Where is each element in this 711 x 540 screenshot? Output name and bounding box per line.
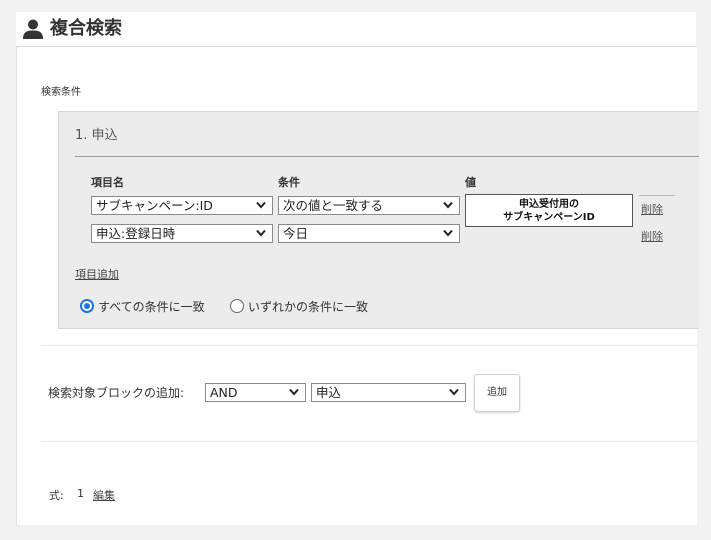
field-select[interactable]: 申込:登録日時: [91, 224, 273, 243]
match-all-label[interactable]: すべての条件に一致: [98, 298, 205, 315]
condition-select[interactable]: 次の値と一致する: [278, 196, 460, 215]
column-header-condition: 条件: [278, 176, 300, 189]
target-block-select-value: 申込: [316, 385, 342, 400]
page-header: 複合検索: [16, 12, 696, 46]
field-select-value: サブキャンペーン:ID: [96, 198, 213, 213]
field-select[interactable]: サブキャンペーン:ID: [91, 196, 273, 215]
chevron-down-icon: [256, 226, 266, 242]
match-all-radio[interactable]: [80, 299, 94, 313]
match-any-radio[interactable]: [230, 299, 244, 313]
divider: [41, 345, 697, 346]
formula-value: 1: [77, 487, 84, 500]
chevron-down-icon: [443, 226, 453, 242]
condition-select[interactable]: 今日: [278, 224, 460, 243]
formula-label: 式:: [49, 489, 64, 502]
delete-row-button[interactable]: 削除: [641, 228, 663, 244]
value-input[interactable]: 申込受付用の サブキャンペーンID: [465, 194, 633, 227]
add-block-label: 検索対象ブロックの追加:: [48, 386, 185, 400]
page-title: 複合検索: [50, 18, 122, 39]
search-panel: 検索条件 1. 申込 項目名 条件 値 サブキャンペーン:ID 次の値と一致する…: [16, 46, 699, 525]
edit-formula-link[interactable]: 編集: [93, 487, 115, 503]
divider: [41, 441, 697, 442]
block-title: 1. 申込: [75, 128, 118, 143]
add-block-button[interactable]: 追加: [474, 374, 520, 412]
delete-divider: [639, 195, 675, 196]
field-select-value: 申込:登録日時: [96, 226, 176, 241]
chevron-down-icon: [256, 198, 266, 214]
condition-select-value: 次の値と一致する: [283, 198, 384, 213]
add-item-link[interactable]: 項目追加: [75, 266, 119, 282]
target-block-select[interactable]: 申込: [311, 383, 466, 402]
operator-select[interactable]: AND: [205, 383, 306, 402]
operator-select-value: AND: [210, 385, 238, 400]
condition-select-value: 今日: [283, 226, 309, 241]
chevron-down-icon: [443, 198, 453, 214]
block-divider: [75, 156, 699, 157]
chevron-down-icon: [289, 385, 299, 401]
column-header-field: 項目名: [91, 176, 124, 189]
user-icon: [23, 19, 43, 39]
search-block: 1. 申込 項目名 条件 値 サブキャンペーン:ID 次の値と一致する 申込受付…: [58, 111, 699, 329]
value-text-line1: 申込受付用の: [519, 198, 579, 210]
chevron-down-icon: [449, 385, 459, 401]
column-header-value: 値: [465, 176, 476, 189]
delete-row-button[interactable]: 削除: [641, 201, 663, 217]
match-any-label[interactable]: いずれかの条件に一致: [248, 298, 368, 315]
value-text-line2: サブキャンペーンID: [503, 211, 595, 223]
section-label: 検索条件: [41, 87, 81, 98]
